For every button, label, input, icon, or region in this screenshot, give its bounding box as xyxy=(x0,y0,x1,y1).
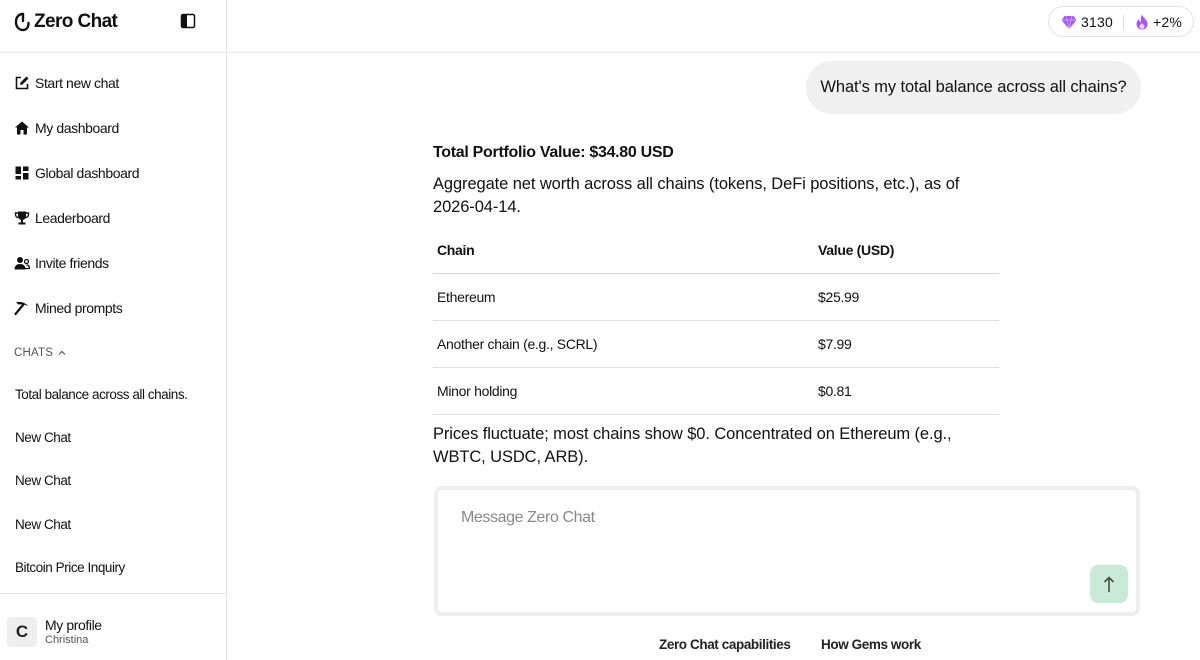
nav-label: Mined prompts xyxy=(35,300,123,316)
edit-icon xyxy=(15,76,29,90)
table-cell: Ethereum xyxy=(437,289,496,305)
profile-button[interactable]: C My profile Christina xyxy=(7,617,102,647)
nav-label: Global dashboard xyxy=(35,165,140,181)
table-cell: $0.81 xyxy=(818,383,852,399)
chevron-up-icon xyxy=(58,350,66,355)
gems-counter[interactable]: 3130 xyxy=(1061,14,1113,30)
nav-global-dashboard[interactable]: Global dashboard xyxy=(14,162,140,184)
trophy-icon xyxy=(14,211,30,225)
collapse-sidebar-button[interactable] xyxy=(180,13,196,29)
nav-start-new-chat[interactable]: Start new chat xyxy=(14,72,119,94)
table-cell: Minor holding xyxy=(437,383,518,399)
gem-icon xyxy=(1061,15,1077,29)
avatar: C xyxy=(7,617,37,647)
chat-list-item[interactable]: New Chat xyxy=(15,426,71,448)
table-cell: $25.99 xyxy=(818,289,860,305)
zero-chat-logo-icon xyxy=(14,12,30,32)
sidebar-toggle-icon xyxy=(180,13,196,29)
boost-value: +2% xyxy=(1153,14,1183,30)
answer-title: Total Portfolio Value: $34.80 USD xyxy=(433,144,674,161)
table-header-cell: Value (USD) xyxy=(818,241,895,258)
chat-list-item[interactable]: New Chat xyxy=(15,469,71,491)
sidebar: Zero Chat Start new chat My dashboard Gl… xyxy=(0,0,227,660)
chat-list-item[interactable]: Total balance across all chains. xyxy=(15,383,188,405)
dashboard-grid-icon xyxy=(15,166,29,180)
brand-logo[interactable]: Zero Chat xyxy=(14,10,118,34)
table-row: Minor holding $0.81 xyxy=(433,368,999,415)
flame-icon xyxy=(1136,14,1148,30)
boost-counter[interactable]: +2% xyxy=(1135,14,1182,30)
profile-text: My profile Christina xyxy=(45,617,102,647)
chat-list-item[interactable]: New Chat xyxy=(15,513,71,535)
invite-users-icon xyxy=(14,257,30,270)
chats-section-toggle[interactable]: CHATS xyxy=(14,345,67,361)
nav-invite-friends[interactable]: Invite friends xyxy=(14,252,109,274)
message-input[interactable] xyxy=(461,506,1061,530)
answer-intro: Aggregate net worth across all chains (t… xyxy=(433,175,960,216)
nav-label: My dashboard xyxy=(35,120,119,136)
nav-label: Start new chat xyxy=(35,75,119,91)
stats-pill[interactable]: 3130 +2% xyxy=(1048,6,1194,37)
nav-my-dashboard[interactable]: My dashboard xyxy=(14,117,119,139)
table-cell: $7.99 xyxy=(818,336,852,352)
chat-list-item[interactable]: Bitcoin Price Inquiry xyxy=(15,556,125,578)
pill-separator xyxy=(1123,15,1124,30)
table-header-cell: Chain xyxy=(437,241,475,258)
home-icon xyxy=(15,121,29,135)
profile-username: Christina xyxy=(45,634,89,646)
header-divider xyxy=(227,52,1200,53)
nav-leaderboard[interactable]: Leaderboard xyxy=(14,207,110,229)
brand-name: Zero Chat xyxy=(34,11,118,32)
table-row: Another chain (e.g., SCRL) $7.99 xyxy=(433,321,999,368)
portfolio-table: Chain Value (USD) Ethereum $25.99 Anothe… xyxy=(433,226,999,415)
send-button[interactable] xyxy=(1090,565,1128,603)
nav-label: Invite friends xyxy=(35,255,109,271)
sidebar-divider xyxy=(0,52,227,53)
user-message-bubble: What's my total balance across all chain… xyxy=(806,61,1141,114)
pickaxe-icon xyxy=(14,301,28,316)
table-row: Ethereum $25.99 xyxy=(433,274,999,321)
arrow-up-icon xyxy=(1104,576,1114,593)
nav-label: Leaderboard xyxy=(35,210,110,226)
capabilities-link[interactable]: Zero Chat capabilities xyxy=(659,637,791,652)
how-gems-work-link[interactable]: How Gems work xyxy=(821,637,921,652)
chats-label: CHATS xyxy=(14,347,54,359)
profile-name: My profile xyxy=(45,617,102,633)
table-header-row: Chain Value (USD) xyxy=(433,226,999,274)
gems-value: 3130 xyxy=(1081,14,1113,30)
table-cell: Another chain (e.g., SCRL) xyxy=(437,336,598,352)
answer-outro: Prices fluctuate; most chains show $0. C… xyxy=(433,425,952,466)
sidebar-divider xyxy=(0,593,227,594)
nav-mined-prompts[interactable]: Mined prompts xyxy=(14,297,123,319)
message-composer xyxy=(434,486,1140,616)
